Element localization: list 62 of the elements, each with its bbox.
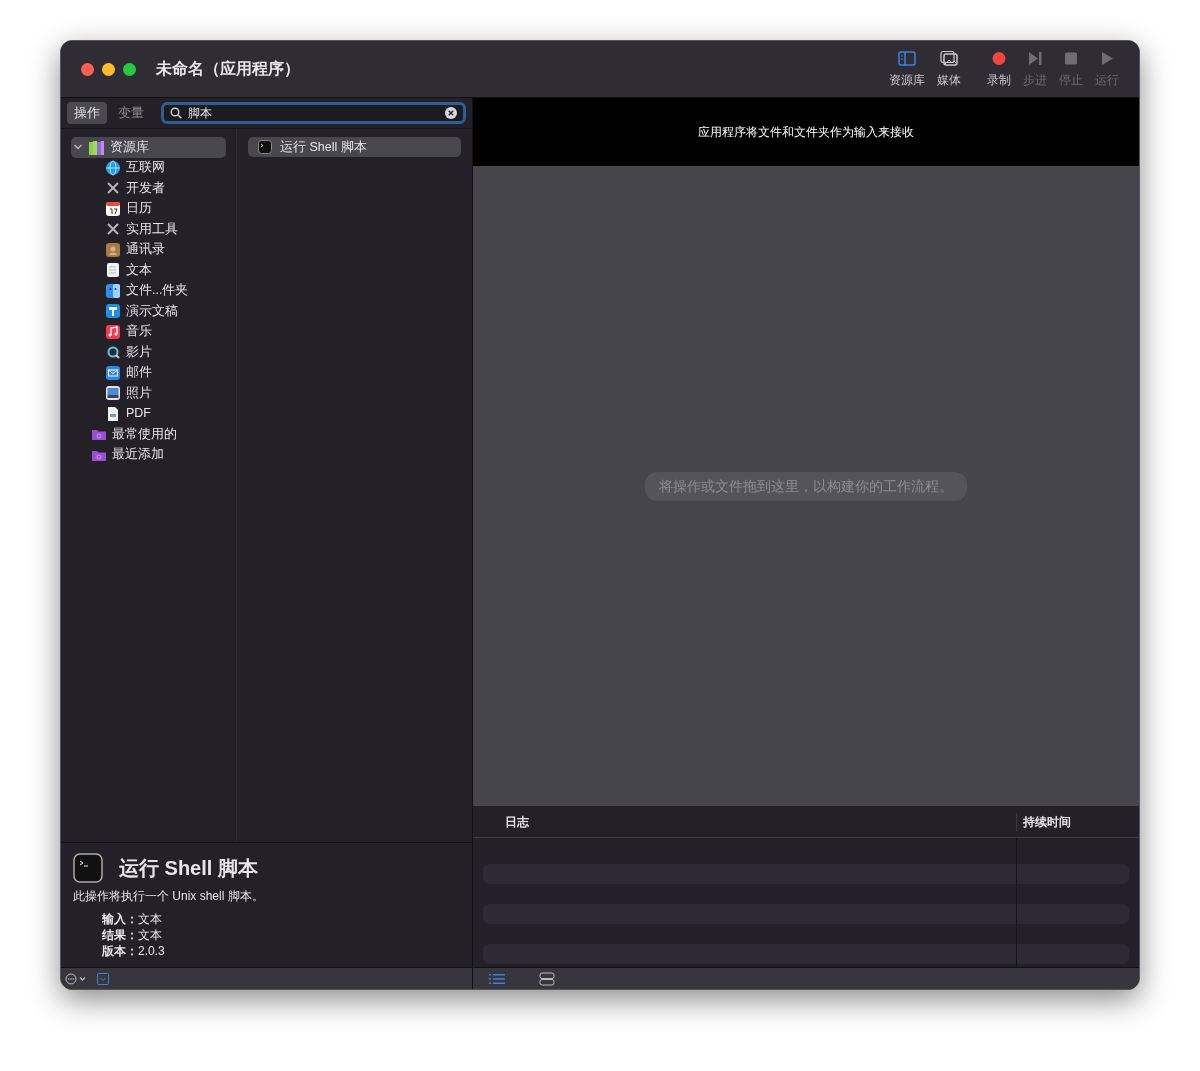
- close-button[interactable]: [81, 62, 94, 76]
- library-label: 资源库: [110, 138, 149, 156]
- library-item[interactable]: 实用工具: [126, 219, 178, 239]
- tab[interactable]: 操作: [67, 102, 107, 124]
- contacts-icon: [105, 241, 121, 258]
- picture-icon: [105, 385, 121, 402]
- detail-label: 结果：: [102, 927, 138, 943]
- tab[interactable]: 变量: [111, 102, 151, 124]
- action-description: 此操作将执行一个 Unix shell 脚本。: [73, 888, 265, 905]
- library-item[interactable]: PDF: [126, 404, 151, 424]
- action-item[interactable]: 运行 Shell 脚本: [248, 137, 461, 157]
- search-icon: [170, 107, 182, 119]
- library-item[interactable]: 照片: [126, 383, 152, 403]
- column-header: 日志: [473, 813, 1017, 831]
- music-note-icon: [105, 323, 121, 340]
- library-item[interactable]: 演示文稿: [126, 301, 178, 321]
- magnifier-icon: [105, 344, 121, 361]
- toolbar-record-button[interactable]: 录制: [981, 49, 1017, 89]
- toolbar-media-button[interactable]: 媒体: [931, 49, 967, 89]
- library-item[interactable]: 文件...件夹: [126, 281, 189, 301]
- library-item[interactable]: 邮件: [126, 363, 152, 383]
- podium-icon: [105, 303, 121, 320]
- detail-label: 输入：: [102, 911, 138, 927]
- action-title: 运行 Shell 脚本: [119, 856, 258, 881]
- envelope-icon: [105, 364, 121, 381]
- library-item[interactable]: 日历: [126, 199, 152, 219]
- toolbar-library-button[interactable]: 资源库: [883, 49, 931, 89]
- search-bar[interactable]: 脚本: [161, 102, 466, 124]
- split-rows-icon[interactable]: [539, 971, 555, 986]
- globe-icon: [105, 159, 121, 176]
- detail-label: 版本：: [102, 943, 138, 959]
- smart-folder-item[interactable]: 最常使用的: [112, 424, 177, 444]
- library-item[interactable]: 通讯录: [126, 240, 165, 260]
- list-icon[interactable]: [489, 972, 505, 985]
- library-row[interactable]: 资源库: [71, 137, 226, 158]
- calendar-icon: [105, 200, 121, 217]
- detail-value: 文本: [138, 927, 162, 943]
- library-item[interactable]: 音乐: [126, 322, 152, 342]
- sidebar-icon: [897, 49, 917, 67]
- library-item[interactable]: 开发者: [126, 178, 165, 198]
- library-item[interactable]: 文本: [126, 260, 152, 280]
- clear-icon[interactable]: [445, 107, 457, 119]
- document-icon: [105, 405, 121, 422]
- more-options-icon[interactable]: [65, 972, 87, 985]
- minimize-button[interactable]: [102, 62, 115, 76]
- collapse-icon[interactable]: [97, 972, 109, 985]
- face-icon: [105, 282, 121, 299]
- books-icon: [88, 138, 105, 156]
- terminal-icon: [73, 853, 103, 883]
- window-title: 未命名（应用程序）: [156, 59, 300, 79]
- zoom-button[interactable]: [123, 62, 136, 76]
- library-item[interactable]: 互联网: [126, 158, 165, 178]
- smart-folder-item[interactable]: 最近添加: [112, 445, 164, 465]
- photos-icon: [939, 49, 959, 67]
- column-header: 持续时间: [1022, 814, 1071, 831]
- search-field[interactable]: 脚本: [188, 104, 439, 122]
- notepad-icon: [105, 262, 121, 279]
- workflow-input-label: 应用程序将文件和文件夹作为输入来接收: [698, 124, 914, 141]
- library-item[interactable]: 影片: [126, 342, 152, 362]
- terminal-icon: [258, 140, 272, 154]
- detail-value: 文本: [138, 911, 162, 927]
- detail-value: 2.0.3: [138, 943, 165, 959]
